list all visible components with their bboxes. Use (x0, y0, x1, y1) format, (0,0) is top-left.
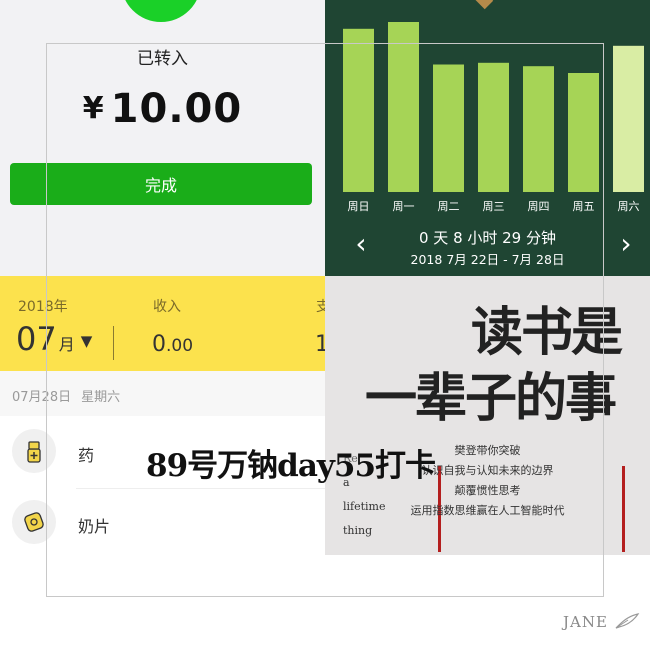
caption-text: 89号万钠day55打卡 (146, 448, 436, 484)
chart-bar (343, 28, 374, 192)
chart-tick-label: 周一 (393, 200, 415, 213)
day-date: 07月28日 (12, 390, 72, 405)
book-title-line1: 读书是 (471, 302, 623, 363)
feather-icon (615, 613, 640, 629)
chart-bar (433, 64, 464, 192)
done-button[interactable]: 完成 (10, 163, 312, 205)
chart-bar (388, 22, 419, 192)
payment-amount: ¥10.00 (0, 86, 325, 132)
day-header-text: 07月28日 星期六 (12, 386, 130, 405)
duration-total: 0 天 8 小时 29 分钟 (418, 229, 556, 247)
payment-panel: 已转入 ¥10.00 完成 (0, 0, 325, 276)
month-value: 07 (16, 320, 57, 358)
book-title-line2: 一辈子的事 (365, 368, 617, 429)
currency-symbol: ¥ (82, 91, 105, 126)
list-item[interactable] (12, 429, 56, 473)
divider (113, 326, 114, 360)
payment-status: 已转入 (137, 49, 188, 69)
chart-tick-label: 周日 (348, 200, 370, 213)
weekly-bar-chart: 周日 周一 周二 周三 周四 周五 周六 (343, 22, 644, 213)
day-weekday: 星期六 (81, 390, 121, 405)
amount-value: 10.00 (110, 86, 243, 132)
medicine-icon (12, 429, 56, 473)
chart-bar (613, 45, 644, 192)
brand-name: JANE (563, 613, 608, 631)
chart-bar (523, 66, 554, 192)
chart-tick-label: 周五 (573, 200, 595, 213)
chart-tick-label: 周四 (528, 200, 550, 213)
screen-time-panel: 周日 周一 周二 周三 周四 周五 周六 ‹ › 0 天 8 小时 29 分钟 2018 7… (325, 0, 650, 276)
chart-bar (568, 73, 599, 192)
list-item-label: 药 (78, 446, 95, 465)
book-side-word: lifetime (343, 500, 386, 513)
income-value: 0.00 (152, 332, 193, 357)
expense-label: 支 (316, 299, 325, 315)
date-range: 2018 7月 22日 - 7月 28日 (410, 252, 565, 267)
year-label: 2018年 (18, 299, 68, 315)
month-selector[interactable]: 07 月 ▼ (16, 320, 92, 358)
brand-watermark: JANE (563, 612, 640, 631)
chart-tick-label: 周六 (618, 200, 640, 213)
list-item[interactable] (12, 500, 56, 544)
success-check-icon (121, 0, 201, 22)
expense-value: 1 (315, 332, 325, 357)
income-decimal: .00 (166, 336, 194, 356)
income-int: 0 (152, 332, 166, 357)
income-label: 收入 (153, 299, 181, 315)
chart-bar (478, 62, 509, 192)
list-item-label: 奶片 (78, 517, 111, 536)
month-unit: 月 (58, 335, 75, 354)
divider (76, 488, 325, 489)
chart-tick-label: 周二 (438, 200, 460, 213)
book-side-word: thing (343, 524, 373, 537)
dropdown-triangle-icon: ▼ (80, 332, 93, 350)
milk-tablet-icon (12, 500, 56, 544)
chart-tick-label: 周三 (483, 200, 505, 213)
